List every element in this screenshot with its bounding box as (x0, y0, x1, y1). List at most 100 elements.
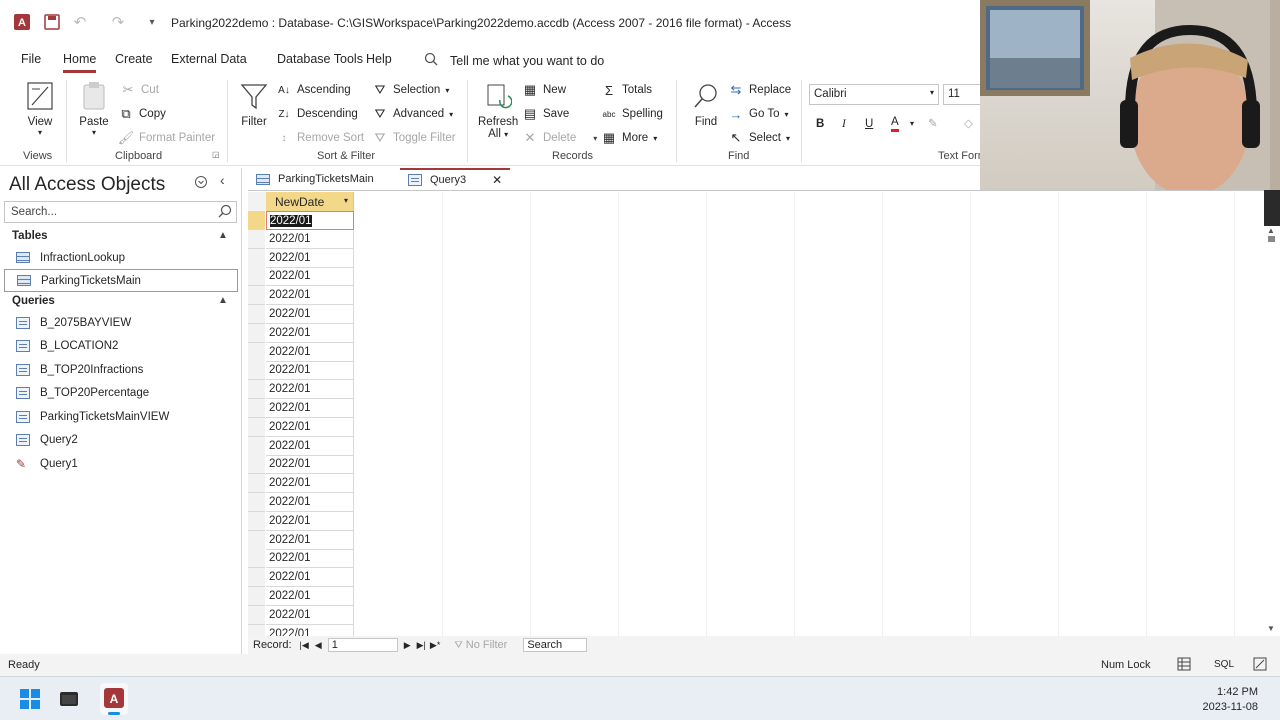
tab-query3[interactable]: Query3 ✕ (400, 168, 511, 190)
nav-query-query1[interactable]: ✎ Query1 (4, 452, 238, 475)
queries-section-header[interactable]: Queries (12, 295, 55, 307)
last-record-icon[interactable]: ▶| (417, 640, 426, 651)
record-selector[interactable] (248, 342, 265, 362)
nav-query-b-location2[interactable]: B_LOCATION2 (4, 334, 238, 357)
record-selector[interactable] (248, 267, 265, 287)
cut-button[interactable]: ✂ Cut (120, 82, 159, 98)
font-color-button[interactable]: A (891, 116, 899, 132)
record-selector[interactable] (248, 399, 265, 418)
tab-help[interactable]: Help (366, 52, 392, 66)
new-record-nav-icon[interactable]: ▶* (430, 640, 440, 651)
windows-start-icon[interactable] (20, 689, 40, 712)
record-selector[interactable] (248, 549, 265, 569)
record-selector[interactable] (248, 436, 265, 456)
save-record-button[interactable]: ▤ Save (522, 106, 569, 122)
tell-me-box[interactable]: Tell me what you want to do (424, 52, 604, 69)
nav-query-b-top20infractions[interactable]: B_TOP20Infractions (4, 358, 238, 381)
customize-qat-icon[interactable]: ▾ (142, 12, 162, 32)
find-button[interactable]: Find (690, 80, 722, 128)
redo-icon[interactable]: ↷ (108, 12, 128, 32)
remove-sort-button[interactable]: ↕ Remove Sort (276, 130, 365, 146)
delete-record-button[interactable]: ✕ Delete ▾ (522, 130, 598, 146)
vertical-scrollbar[interactable]: ▲ ▼ (1264, 226, 1280, 636)
bold-button[interactable]: B (816, 118, 824, 130)
newdate-cell[interactable]: 2022/01 (266, 568, 354, 588)
tab-create[interactable]: Create (115, 52, 153, 66)
nav-query-b-2075bayview[interactable]: B_2075BAYVIEW (4, 311, 238, 334)
save-icon[interactable] (42, 12, 62, 32)
newdate-cell[interactable]: 2022/01 (266, 229, 354, 249)
taskbar-clock[interactable]: 1:42 PM 2023-11-08 (1203, 685, 1258, 715)
newdate-cell[interactable]: 2022/01 (266, 474, 354, 494)
font-name-select[interactable]: Calibri ▾ (809, 84, 939, 105)
newdate-cell[interactable]: 2022/01 (266, 267, 354, 287)
paste-button[interactable]: Paste ▾ (78, 80, 110, 137)
toggle-filter-button[interactable]: ⛛ Toggle Filter (372, 130, 456, 146)
newdate-cell[interactable]: 2022/01 (266, 323, 354, 343)
filter-button[interactable]: Filter (238, 80, 270, 128)
select-button[interactable]: ↖ Select ▾ (728, 130, 790, 146)
view-button[interactable]: View ▾ (24, 80, 56, 137)
refresh-all-button[interactable]: Refresh All ▾ (478, 80, 518, 140)
tab-database-tools[interactable]: Database Tools (277, 52, 363, 66)
no-filter-label[interactable]: No Filter (466, 639, 508, 651)
previous-record-icon[interactable]: ◀ (315, 640, 322, 651)
tab-home[interactable]: Home (63, 52, 97, 73)
tab-file[interactable]: File (21, 52, 41, 66)
datasheet-view-icon[interactable] (1177, 657, 1191, 674)
chevron-up-icon[interactable]: ▲ (218, 295, 228, 306)
copy-button[interactable]: ⧉ Copy (118, 106, 166, 122)
newdate-cell[interactable]: 2022/01 (266, 211, 354, 230)
tables-section-header[interactable]: Tables (12, 230, 48, 242)
select-all-corner[interactable] (248, 192, 266, 211)
format-painter-button[interactable]: 🖌 Format Painter (118, 130, 215, 146)
newdate-cell[interactable]: 2022/01 (266, 511, 354, 531)
record-selector[interactable] (248, 455, 265, 475)
close-icon[interactable]: ✕ (492, 173, 502, 187)
nav-table-infractionlookup[interactable]: InfractionLookup (4, 246, 238, 269)
newdate-cell[interactable]: 2022/01 (266, 248, 354, 268)
newdate-cell[interactable]: 2022/01 (266, 286, 354, 306)
record-selector[interactable] (248, 587, 265, 606)
chevron-up-icon[interactable]: ▲ (218, 230, 228, 241)
descending-button[interactable]: Z↓ Descending (276, 106, 357, 122)
scroll-up-icon[interactable]: ▲ (1267, 226, 1275, 235)
italic-button[interactable]: I (842, 118, 846, 130)
newdate-cell[interactable]: 2022/01 (266, 530, 354, 550)
spelling-button[interactable]: abc Spelling (601, 106, 663, 122)
record-search-input[interactable]: Search (523, 638, 588, 652)
nav-search-input[interactable]: Search... (4, 201, 237, 223)
newdate-cell[interactable]: 2022/01 (266, 380, 354, 400)
record-selector[interactable] (248, 605, 265, 625)
highlight-icon[interactable]: ✎ (928, 116, 938, 130)
advanced-button[interactable]: ⛛ Advanced ▾ (372, 106, 454, 122)
record-selector[interactable] (248, 530, 265, 550)
access-taskbar-button[interactable]: A (100, 683, 128, 715)
record-selector[interactable] (248, 493, 265, 512)
record-selector[interactable] (248, 248, 265, 268)
font-size-select[interactable]: 11 (943, 84, 980, 105)
next-record-icon[interactable]: ▶ (404, 640, 411, 651)
eraser-icon[interactable]: ◇ (964, 116, 973, 130)
newdate-cell[interactable]: 2022/01 (266, 399, 354, 418)
clipboard-launcher-icon[interactable]: ◲ (212, 150, 220, 159)
nav-table-parkingticketsmain[interactable]: ParkingTicketsMain (4, 269, 238, 292)
record-selector[interactable] (248, 380, 265, 400)
column-header-newdate[interactable]: NewDate ▾ (266, 192, 354, 211)
terminal-icon[interactable] (60, 690, 78, 711)
nav-query-parkingticketsmainview[interactable]: ParkingTicketsMainVIEW (4, 405, 238, 428)
scroll-down-icon[interactable]: ▼ (1267, 624, 1275, 633)
newdate-cell[interactable]: 2022/01 (266, 605, 354, 625)
ascending-button[interactable]: A↓ Ascending (276, 82, 351, 98)
record-selector[interactable] (248, 286, 265, 306)
tab-external-data[interactable]: External Data (171, 52, 247, 66)
newdate-cell[interactable]: 2022/01 (266, 342, 354, 362)
replace-button[interactable]: ⇆ Replace (728, 82, 792, 98)
first-record-icon[interactable]: |◀ (300, 640, 309, 651)
tab-parkingticketsmain[interactable]: ParkingTicketsMain ✕ (248, 168, 422, 190)
new-record-button[interactable]: ▦ New (522, 82, 566, 98)
record-selector[interactable] (248, 417, 265, 437)
design-view-icon[interactable] (1253, 657, 1267, 674)
undo-icon[interactable]: ↶ (70, 12, 90, 32)
record-selector[interactable] (248, 361, 265, 381)
